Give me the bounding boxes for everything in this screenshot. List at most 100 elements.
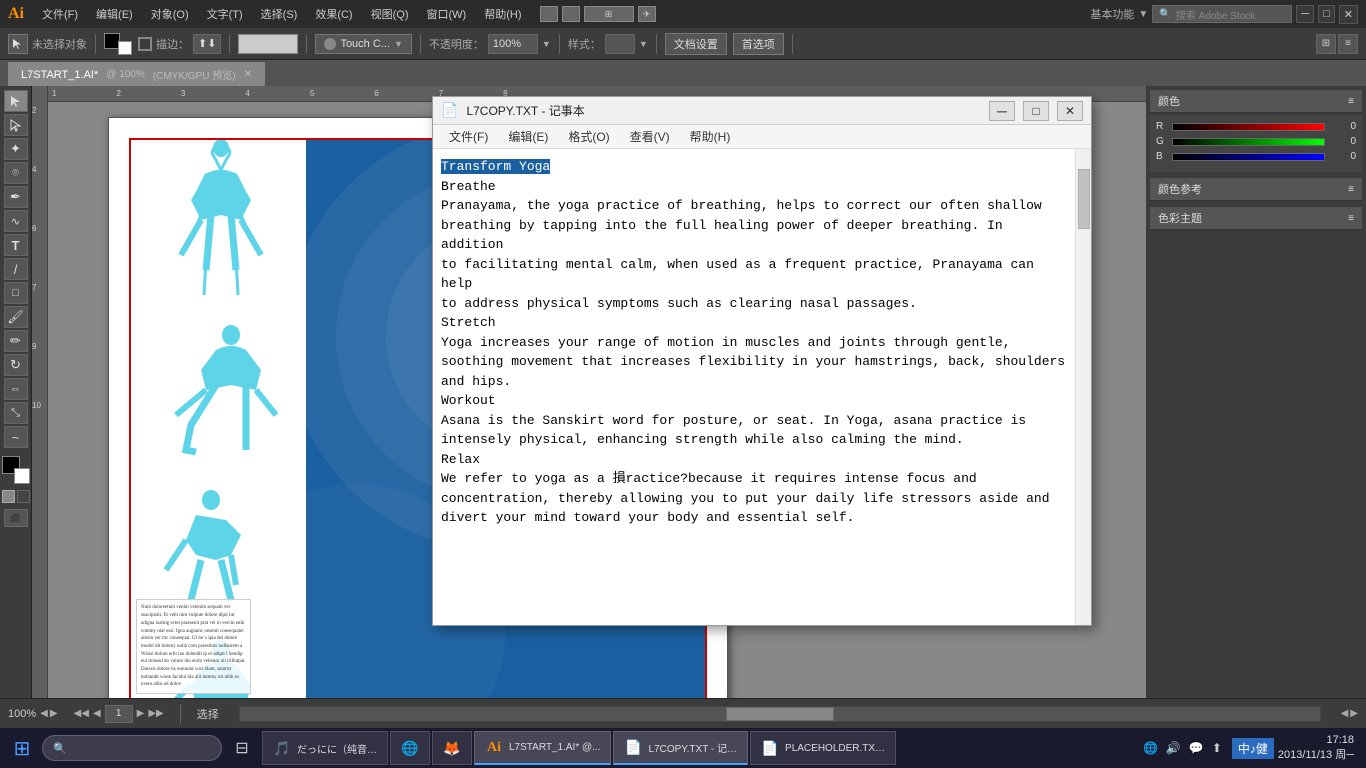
page-number[interactable]: 1 [105,705,133,723]
shape-tool[interactable]: □ [4,282,28,304]
curvature-tool[interactable]: ∿ [4,210,28,232]
horizontal-scrollbar[interactable] [239,706,1321,722]
np-menu-edit[interactable]: 编辑(E) [500,126,556,147]
last-page-btn[interactable]: ▶▶ [148,708,163,719]
scale-tool[interactable]: ⤡ [4,402,28,424]
color-panel-menu-icon[interactable]: ≡ [1348,96,1354,107]
color-ref-panel-menu-icon[interactable]: ≡ [1348,184,1354,195]
prev-page-btn[interactable]: ◀ [93,708,101,719]
doc-settings-button[interactable]: 文档设置 [665,33,727,55]
workspace-dropdown-icon[interactable]: ▼ [1138,9,1148,20]
pencil-tool[interactable]: ✏ [4,330,28,352]
scroll-left-icon[interactable]: ◀ [1341,708,1349,719]
lasso-tool[interactable]: ⌾ [4,162,28,184]
rotate-tool[interactable]: ↻ [4,354,28,376]
opacity-value[interactable]: 100% [488,34,538,54]
scroll-right-icon[interactable]: ▶ [1350,708,1358,719]
taskbar-placeholder[interactable]: 📄 PLACEHOLDER.TX… [750,731,896,765]
paintbrush-tool[interactable]: 🖌 [4,306,28,328]
screen-mode[interactable] [17,490,30,503]
zoom-controls[interactable]: ◀ ▶ [40,708,57,719]
close-button[interactable]: ✕ [1339,5,1358,24]
channel-r-bar[interactable] [1172,123,1325,131]
taskbar-browser-ff[interactable]: 🦊 [432,731,472,765]
minimize-button[interactable]: ─ [1296,5,1314,23]
tray-volume-icon[interactable]: 🔊 [1164,741,1183,755]
notepad-text-display[interactable]: Transform Yoga Breathe Pranayama, the yo… [433,149,1075,625]
start-button[interactable]: ⊞ [4,730,40,766]
np-menu-help[interactable]: 帮助(H) [682,126,739,147]
touch-dropdown-icon[interactable]: ▼ [394,39,403,49]
taskbar-illustrator[interactable]: Ai L7START_1.AI* @... [474,731,611,765]
search-stock-bar[interactable]: 🔍 搜索 Adobe Stock [1152,5,1292,23]
np-menu-file[interactable]: 文件(F) [441,126,496,147]
stroke-color-swatch[interactable] [118,41,132,55]
selection-tool[interactable] [4,90,28,112]
first-page-btn[interactable]: ◀◀ [74,708,89,719]
color-preview[interactable] [238,34,298,54]
notepad-scrollbar[interactable] [1075,149,1091,625]
system-clock[interactable]: 17:18 2013/11/13 周─ [1278,733,1354,764]
tab-close-button[interactable]: ✕ [244,69,252,80]
more-options-btn[interactable]: ≡ [1338,34,1358,54]
stroke-weight-control[interactable]: ⬆⬇ [193,34,221,54]
bridge-icon[interactable] [540,6,558,22]
color-theme-panel-header[interactable]: 色彩主题 ≡ [1150,207,1362,230]
notepad-titlebar[interactable]: 📄 L7COPY.TXT - 记事本 ─ □ ✕ [433,97,1091,125]
taskbar-notepad[interactable]: 📄 L7COPY.TXT - 记… [613,731,748,765]
notepad-close-btn[interactable]: ✕ [1057,101,1083,121]
menu-view[interactable]: 视图(Q) [363,4,417,24]
tray-chat-icon[interactable]: 💬 [1187,741,1206,755]
color-theme-menu-icon[interactable]: ≡ [1348,213,1354,224]
menu-text[interactable]: 文字(T) [199,4,251,24]
menu-effect[interactable]: 效果(C) [307,4,360,24]
menu-help[interactable]: 帮助(H) [476,4,529,24]
change-screen-mode[interactable]: ⬛ [4,509,28,527]
tray-network-icon[interactable]: 🌐 [1141,741,1160,755]
channel-b-bar[interactable] [1172,153,1325,161]
document-tab[interactable]: L7START_1.AI* @ 100% (CMYK/GPU 预览) ✕ [8,62,265,86]
selection-tool-icon[interactable] [8,34,28,54]
zoom-in-icon[interactable]: ▶ [50,708,58,719]
stock-icon[interactable] [562,6,580,22]
warp-tool[interactable]: ~ [4,426,28,448]
style-preview[interactable] [605,34,635,54]
np-menu-view[interactable]: 查看(V) [622,126,678,147]
color-panel-header[interactable]: 颜色 ≡ [1150,90,1362,113]
reflect-tool[interactable]: ⇔ [4,378,28,400]
magic-wand-tool[interactable]: ✦ [4,138,28,160]
tools-icon[interactable]: ✈ [638,6,656,22]
menu-object[interactable]: 对象(O) [143,4,197,24]
color-ref-panel-header[interactable]: 颜色参考 ≡ [1150,178,1362,201]
np-menu-format[interactable]: 格式(O) [560,126,617,147]
style-dropdown-icon[interactable]: ▼ [639,39,648,49]
taskbar-music-app[interactable]: 🎵 だっにに（纯音… [262,731,388,765]
background-color[interactable] [14,468,30,484]
canvas-area[interactable]: 1 2 3 4 5 6 7 8 2 4 6 7 9 10 [32,86,1366,738]
preferences-button[interactable]: 首选项 [733,33,784,55]
ime-indicator[interactable]: 中♪健 [1232,738,1274,759]
next-page-btn[interactable]: ▶ [137,708,145,719]
zoom-out-icon[interactable]: ◀ [40,708,48,719]
notepad-minimize-btn[interactable]: ─ [989,101,1015,121]
taskbar-search-bar[interactable]: 🔍 [42,735,222,761]
text-tool[interactable]: T [4,234,28,256]
menu-window[interactable]: 窗口(W) [419,4,475,24]
line-tool[interactable]: / [4,258,28,280]
view-options[interactable]: ⊞ [584,6,634,22]
arrange-icons-btn[interactable]: ⊞ [1316,34,1336,54]
pen-tool[interactable]: ✒ [4,186,28,208]
opacity-dropdown-icon[interactable]: ▼ [542,39,551,49]
task-view-btn[interactable]: ⊟ [224,730,260,766]
touch-calligraphy-btn[interactable]: Touch C... ▼ [315,34,411,54]
scrollbar-thumb[interactable] [1078,169,1090,229]
normal-mode[interactable] [2,490,15,503]
h-scrollbar-thumb[interactable] [726,707,834,721]
restore-button[interactable]: □ [1318,5,1335,23]
tray-more-icon[interactable]: ⬆ [1210,741,1224,755]
taskbar-browser-edge[interactable]: 🌐 [390,731,430,765]
menu-select[interactable]: 选择(S) [253,4,306,24]
notepad-restore-btn[interactable]: □ [1023,101,1049,121]
channel-g-bar[interactable] [1172,138,1325,146]
color-selector[interactable] [2,456,30,484]
